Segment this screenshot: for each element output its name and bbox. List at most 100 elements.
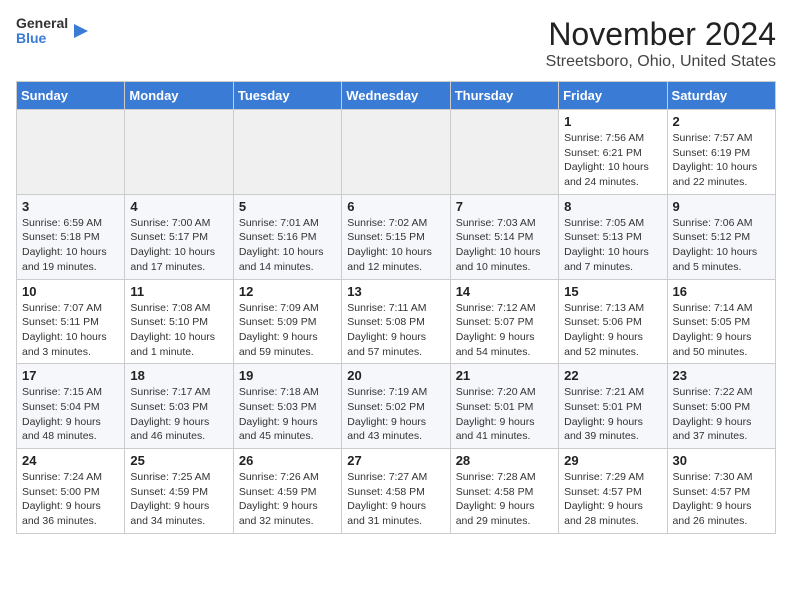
day-number: 16	[673, 284, 770, 299]
logo-icon	[74, 20, 96, 42]
day-number: 30	[673, 453, 770, 468]
logo-general: General	[16, 16, 68, 31]
calendar-week-row: 3 Sunrise: 6:59 AM Sunset: 5:18 PM Daylig…	[17, 194, 776, 279]
day-info: Sunrise: 7:19 AM Sunset: 5:02 PM Dayligh…	[347, 385, 444, 444]
calendar-cell: 8 Sunrise: 7:05 AM Sunset: 5:13 PM Daylig…	[559, 194, 667, 279]
day-info: Sunrise: 7:57 AM Sunset: 6:19 PM Dayligh…	[673, 131, 770, 190]
day-info: Sunrise: 7:06 AM Sunset: 5:12 PM Dayligh…	[673, 216, 770, 275]
weekday-header-sunday: Sunday	[17, 82, 125, 110]
calendar-cell: 18 Sunrise: 7:17 AM Sunset: 5:03 PM Dayli…	[125, 364, 233, 449]
day-number: 5	[239, 199, 336, 214]
day-number: 12	[239, 284, 336, 299]
calendar-cell: 15 Sunrise: 7:13 AM Sunset: 5:06 PM Dayli…	[559, 279, 667, 364]
calendar-cell: 28Sunrise: 7:28 AM Sunset: 4:58 PM Dayli…	[450, 449, 558, 534]
calendar-week-row: 17Sunrise: 7:15 AM Sunset: 5:04 PM Dayli…	[17, 364, 776, 449]
day-number: 7	[456, 199, 553, 214]
day-number: 18	[130, 368, 227, 383]
day-number: 9	[673, 199, 770, 214]
day-info: Sunrise: 7:12 AM Sunset: 5:07 PM Dayligh…	[456, 301, 553, 360]
day-number: 19	[239, 368, 336, 383]
calendar-cell	[233, 110, 341, 195]
calendar-week-row: 1Sunrise: 7:56 AM Sunset: 6:21 PM Daylig…	[17, 110, 776, 195]
page-header: General Blue November 2024 Streetsboro, …	[16, 16, 776, 71]
day-number: 20	[347, 368, 444, 383]
day-info: Sunrise: 7:00 AM Sunset: 5:17 PM Dayligh…	[130, 216, 227, 275]
calendar-cell: 11 Sunrise: 7:08 AM Sunset: 5:10 PM Dayli…	[125, 279, 233, 364]
day-number: 15	[564, 284, 661, 299]
day-number: 27	[347, 453, 444, 468]
weekday-header-wednesday: Wednesday	[342, 82, 450, 110]
calendar-table: SundayMondayTuesdayWednesdayThursdayFrid…	[16, 81, 776, 534]
calendar-cell: 7 Sunrise: 7:03 AM Sunset: 5:14 PM Daylig…	[450, 194, 558, 279]
day-info: Sunrise: 7:20 AM Sunset: 5:01 PM Dayligh…	[456, 385, 553, 444]
day-number: 1	[564, 114, 661, 129]
calendar-cell	[17, 110, 125, 195]
day-number: 4	[130, 199, 227, 214]
day-number: 3	[22, 199, 119, 214]
day-info: Sunrise: 7:13 AM Sunset: 5:06 PM Dayligh…	[564, 301, 661, 360]
day-number: 29	[564, 453, 661, 468]
day-info: Sunrise: 7:18 AM Sunset: 5:03 PM Dayligh…	[239, 385, 336, 444]
calendar-cell: 16 Sunrise: 7:14 AM Sunset: 5:05 PM Dayli…	[667, 279, 775, 364]
calendar-cell: 19 Sunrise: 7:18 AM Sunset: 5:03 PM Dayli…	[233, 364, 341, 449]
day-info: Sunrise: 7:26 AM Sunset: 4:59 PM Dayligh…	[239, 470, 336, 529]
day-info: Sunrise: 7:29 AM Sunset: 4:57 PM Dayligh…	[564, 470, 661, 529]
logo-blue: Blue	[16, 31, 68, 46]
calendar-cell: 14 Sunrise: 7:12 AM Sunset: 5:07 PM Dayli…	[450, 279, 558, 364]
weekday-header-tuesday: Tuesday	[233, 82, 341, 110]
day-number: 25	[130, 453, 227, 468]
day-info: Sunrise: 7:17 AM Sunset: 5:03 PM Dayligh…	[130, 385, 227, 444]
day-info: Sunrise: 7:05 AM Sunset: 5:13 PM Dayligh…	[564, 216, 661, 275]
month-title: November 2024	[546, 16, 776, 53]
day-info: Sunrise: 7:21 AM Sunset: 5:01 PM Dayligh…	[564, 385, 661, 444]
day-number: 22	[564, 368, 661, 383]
calendar-cell: 17Sunrise: 7:15 AM Sunset: 5:04 PM Dayli…	[17, 364, 125, 449]
day-info: Sunrise: 7:07 AM Sunset: 5:11 PM Dayligh…	[22, 301, 119, 360]
day-info: Sunrise: 7:02 AM Sunset: 5:15 PM Dayligh…	[347, 216, 444, 275]
calendar-cell: 26 Sunrise: 7:26 AM Sunset: 4:59 PM Dayli…	[233, 449, 341, 534]
day-number: 8	[564, 199, 661, 214]
day-info: Sunrise: 6:59 AM Sunset: 5:18 PM Dayligh…	[22, 216, 119, 275]
calendar-cell: 6 Sunrise: 7:02 AM Sunset: 5:15 PM Daylig…	[342, 194, 450, 279]
day-number: 24	[22, 453, 119, 468]
calendar-cell: 25Sunrise: 7:25 AM Sunset: 4:59 PM Dayli…	[125, 449, 233, 534]
calendar-week-row: 24 Sunrise: 7:24 AM Sunset: 5:00 PM Dayli…	[17, 449, 776, 534]
day-info: Sunrise: 7:09 AM Sunset: 5:09 PM Dayligh…	[239, 301, 336, 360]
calendar-cell: 20 Sunrise: 7:19 AM Sunset: 5:02 PM Dayli…	[342, 364, 450, 449]
day-number: 21	[456, 368, 553, 383]
day-number: 10	[22, 284, 119, 299]
weekday-header-friday: Friday	[559, 82, 667, 110]
calendar-cell	[125, 110, 233, 195]
day-info: Sunrise: 7:14 AM Sunset: 5:05 PM Dayligh…	[673, 301, 770, 360]
weekday-header-thursday: Thursday	[450, 82, 558, 110]
calendar-cell: 23 Sunrise: 7:22 AM Sunset: 5:00 PM Dayli…	[667, 364, 775, 449]
day-number: 28	[456, 453, 553, 468]
calendar-cell: 3 Sunrise: 6:59 AM Sunset: 5:18 PM Daylig…	[17, 194, 125, 279]
day-number: 13	[347, 284, 444, 299]
calendar-cell: 5 Sunrise: 7:01 AM Sunset: 5:16 PM Daylig…	[233, 194, 341, 279]
calendar-cell: 27Sunrise: 7:27 AM Sunset: 4:58 PM Dayli…	[342, 449, 450, 534]
calendar-cell: 12 Sunrise: 7:09 AM Sunset: 5:09 PM Dayli…	[233, 279, 341, 364]
calendar-cell: 13 Sunrise: 7:11 AM Sunset: 5:08 PM Dayli…	[342, 279, 450, 364]
day-number: 23	[673, 368, 770, 383]
logo: General Blue	[16, 16, 96, 47]
day-number: 11	[130, 284, 227, 299]
title-block: November 2024 Streetsboro, Ohio, United …	[546, 16, 776, 71]
day-info: Sunrise: 7:30 AM Sunset: 4:57 PM Dayligh…	[673, 470, 770, 529]
day-number: 2	[673, 114, 770, 129]
location: Streetsboro, Ohio, United States	[546, 53, 776, 71]
day-info: Sunrise: 7:24 AM Sunset: 5:00 PM Dayligh…	[22, 470, 119, 529]
day-number: 17	[22, 368, 119, 383]
calendar-cell: 4 Sunrise: 7:00 AM Sunset: 5:17 PM Daylig…	[125, 194, 233, 279]
calendar-cell: 22 Sunrise: 7:21 AM Sunset: 5:01 PM Dayli…	[559, 364, 667, 449]
day-number: 14	[456, 284, 553, 299]
day-info: Sunrise: 7:11 AM Sunset: 5:08 PM Dayligh…	[347, 301, 444, 360]
day-number: 26	[239, 453, 336, 468]
calendar-cell: 2 Sunrise: 7:57 AM Sunset: 6:19 PM Daylig…	[667, 110, 775, 195]
calendar-cell: 30 Sunrise: 7:30 AM Sunset: 4:57 PM Dayli…	[667, 449, 775, 534]
day-info: Sunrise: 7:08 AM Sunset: 5:10 PM Dayligh…	[130, 301, 227, 360]
day-info: Sunrise: 7:22 AM Sunset: 5:00 PM Dayligh…	[673, 385, 770, 444]
day-number: 6	[347, 199, 444, 214]
day-info: Sunrise: 7:01 AM Sunset: 5:16 PM Dayligh…	[239, 216, 336, 275]
day-info: Sunrise: 7:03 AM Sunset: 5:14 PM Dayligh…	[456, 216, 553, 275]
